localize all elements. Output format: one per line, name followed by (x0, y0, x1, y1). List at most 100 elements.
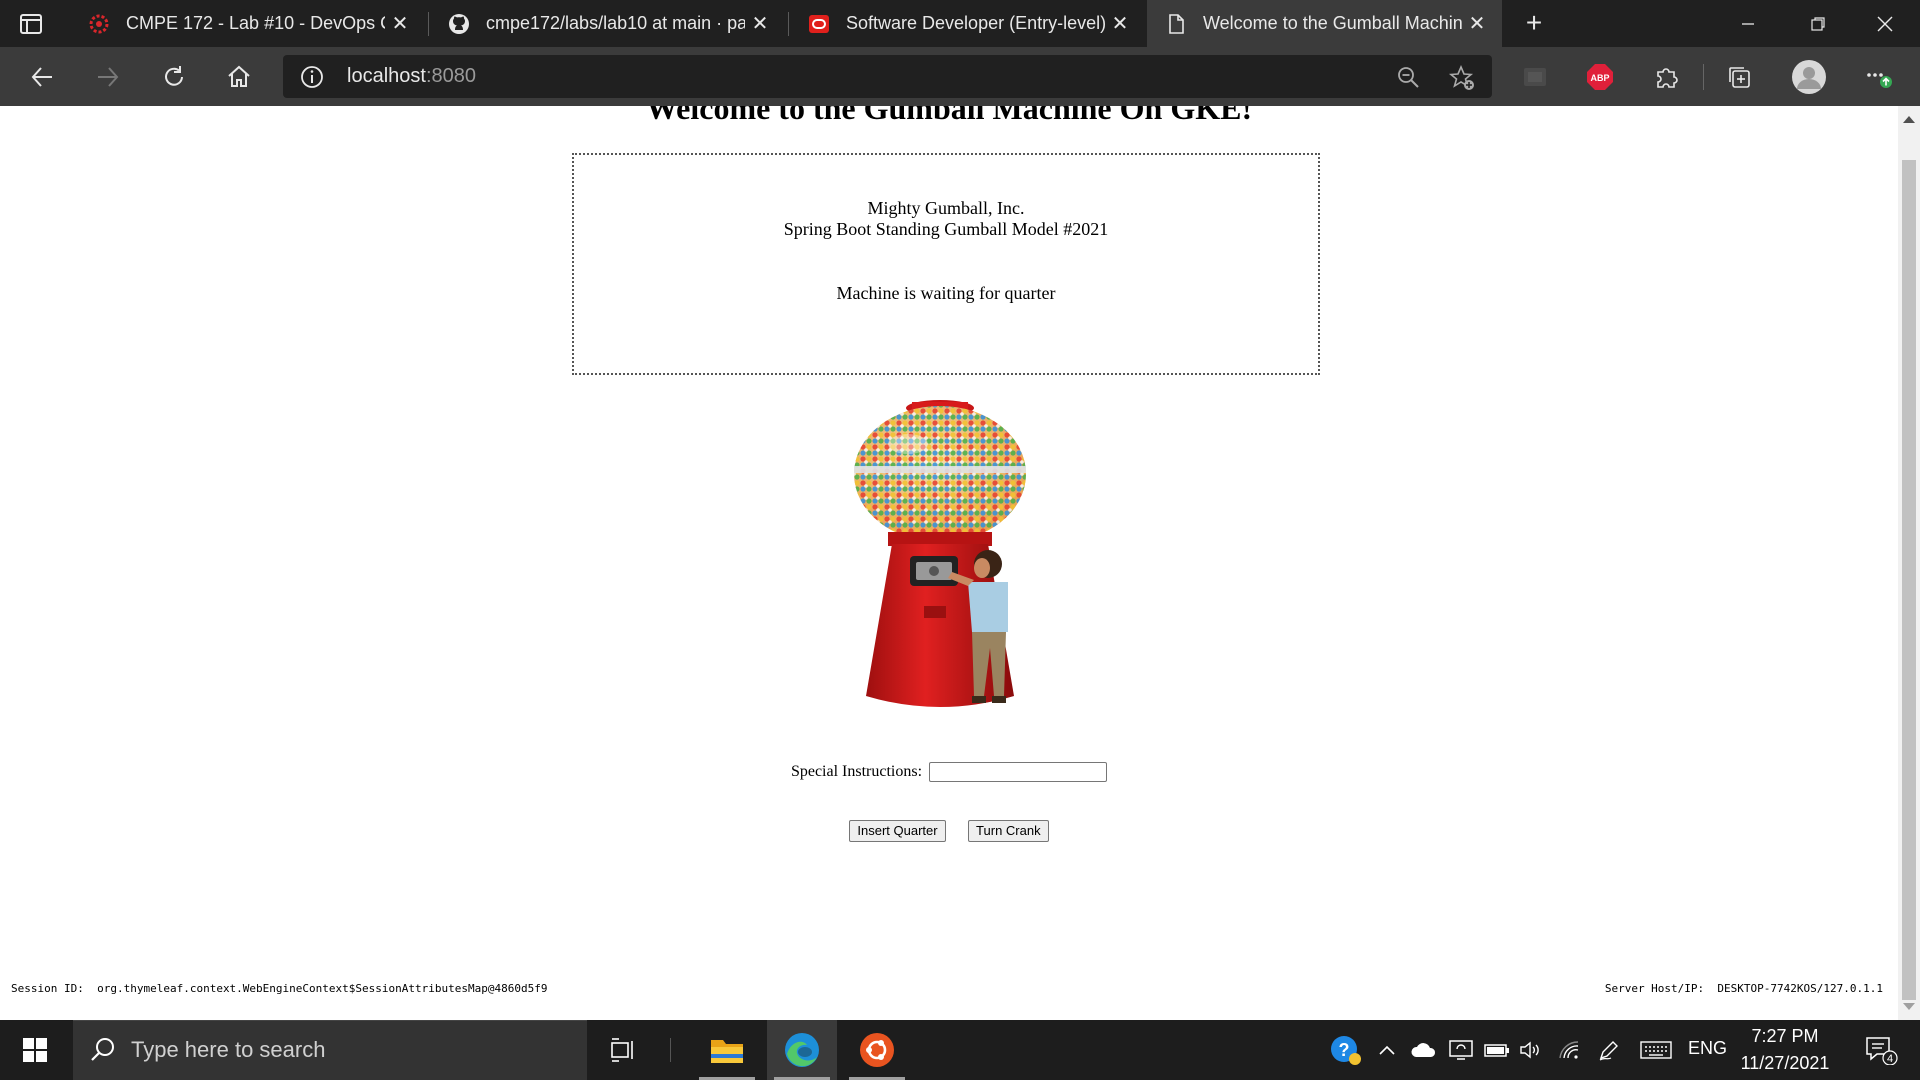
more-ellipsis-icon (1867, 73, 1892, 88)
cloud-icon (1411, 1043, 1436, 1057)
taskbar-clock[interactable]: 7:27 PM 11/27/2021 (1730, 1020, 1840, 1080)
network-tray-button[interactable] (1554, 1020, 1584, 1080)
url-text[interactable]: localhost:8080 (347, 65, 476, 88)
settings-more-button[interactable] (1861, 60, 1895, 94)
scroll-down-arrow-icon[interactable] (1903, 1003, 1915, 1010)
refresh-button[interactable] (157, 60, 191, 94)
special-instructions-input[interactable] (929, 762, 1108, 782)
clock-date: 11/27/2021 (1740, 1053, 1830, 1073)
site-info-icon[interactable] (299, 64, 325, 90)
puzzle-piece-icon (1657, 68, 1678, 88)
scrollbar-thumb[interactable] (1902, 160, 1916, 1000)
windows-taskbar: Type here to search ? ENG 7:27 PM 11/27/… (0, 1020, 1920, 1080)
minimize-button[interactable] (1713, 0, 1783, 47)
pen-tray-button[interactable] (1594, 1020, 1624, 1080)
monitor-sync-icon (1449, 1040, 1473, 1060)
tab-actions-icon[interactable] (18, 11, 44, 37)
touch-keyboard-button[interactable] (1638, 1020, 1674, 1080)
forward-arrow-icon (98, 67, 119, 87)
tab-title: cmpe172/labs/lab10 at main · pa (486, 13, 745, 33)
action-center-button[interactable]: 4 (1856, 1020, 1906, 1080)
edge-browser-button[interactable] (767, 1020, 837, 1080)
toolbar-divider (1703, 64, 1704, 90)
address-bar[interactable]: localhost:8080 (283, 55, 1492, 98)
battery-tray-button[interactable] (1482, 1020, 1512, 1080)
wifi-icon (1559, 1041, 1579, 1059)
ubuntu-icon (860, 1033, 894, 1067)
tab-title: Software Developer (Entry-level) (846, 13, 1105, 33)
help-icon: ? (1331, 1036, 1361, 1065)
instructions-row: Special Instructions: (0, 762, 1898, 782)
insert-quarter-button[interactable]: Insert Quarter (849, 820, 946, 842)
tab-github-lab10[interactable]: cmpe172/labs/lab10 at main · pa ✕ (430, 0, 785, 47)
tab-software-developer[interactable]: Software Developer (Entry-level) ✕ (790, 0, 1145, 47)
collections-button[interactable] (1722, 60, 1756, 94)
chevron-up-icon (1379, 1045, 1395, 1055)
file-explorer-button[interactable] (692, 1020, 762, 1080)
refresh-icon (165, 66, 183, 86)
extension-disabled[interactable] (1518, 60, 1552, 94)
svg-text:?: ? (1339, 1040, 1350, 1060)
volume-tray-button[interactable] (1516, 1020, 1546, 1080)
github-icon (449, 13, 469, 34)
company-name: Mighty Gumball, Inc. (867, 198, 1025, 218)
taskbar-search[interactable]: Type here to search (73, 1020, 587, 1080)
instructions-label: Special Instructions: (790, 763, 923, 780)
avatar (1792, 60, 1826, 94)
onedrive-tray-button[interactable] (1408, 1020, 1438, 1080)
keyboard-icon (1640, 1041, 1672, 1059)
close-tab-icon[interactable]: ✕ (385, 11, 415, 36)
adblock-plus-button[interactable]: ABP (1583, 60, 1617, 94)
abp-label: ABP (1590, 73, 1609, 83)
forward-button[interactable] (91, 60, 125, 94)
browser-tab-strip: CMPE 172 - Lab #10 - DevOps C ✕ cmpe172/… (0, 0, 1920, 47)
server-info: Server Host/IP: DESKTOP-7742KOS/127.0.1.… (1605, 982, 1883, 995)
ubuntu-button[interactable] (842, 1020, 912, 1080)
display-tray-button[interactable] (1446, 1020, 1476, 1080)
scroll-up-arrow-icon[interactable] (1903, 116, 1915, 123)
url-port: :8080 (425, 65, 476, 87)
session-label: Session ID: (11, 982, 84, 995)
tab-title: CMPE 172 - Lab #10 - DevOps C (126, 13, 385, 33)
input-language[interactable]: ENG (1688, 1038, 1727, 1059)
page-icon (1169, 13, 1184, 34)
edge-icon (785, 1033, 819, 1067)
session-info: Session ID: org.thymeleaf.context.WebEng… (11, 982, 547, 995)
profile-button[interactable] (1791, 59, 1827, 95)
extensions-button[interactable] (1649, 60, 1683, 94)
windows-logo-icon (23, 1038, 47, 1062)
search-placeholder: Type here to search (131, 1037, 326, 1062)
machine-model: Spring Boot Standing Gumball Model #2021 (783, 219, 1109, 239)
tab-cmpe172-lab10[interactable]: CMPE 172 - Lab #10 - DevOps C ✕ (70, 0, 425, 47)
tab-gumball-machine[interactable]: Welcome to the Gumball Machin ✕ (1147, 0, 1502, 47)
zoom-out-icon[interactable] (1395, 64, 1421, 90)
page-title: Welcome to the Gumball Machine On GKE! (645, 106, 1253, 126)
close-tab-icon[interactable]: ✕ (745, 11, 775, 36)
task-view-icon (611, 1038, 633, 1062)
cmpe-logo-icon (89, 14, 109, 33)
close-tab-icon[interactable]: ✕ (1462, 11, 1492, 36)
browser-toolbar: localhost:8080 ABP (0, 47, 1920, 106)
home-button[interactable] (222, 60, 256, 94)
tab-title: Welcome to the Gumball Machin (1203, 13, 1462, 33)
extension-placeholder-icon (1524, 68, 1546, 86)
start-button[interactable] (0, 1020, 70, 1080)
close-window-button[interactable] (1850, 0, 1920, 47)
turn-crank-button[interactable]: Turn Crank (968, 820, 1049, 842)
help-tray-button[interactable]: ? (1326, 1020, 1366, 1080)
task-view-button[interactable] (589, 1020, 659, 1080)
page-scrollbar[interactable] (1898, 106, 1920, 1020)
back-button[interactable] (25, 60, 59, 94)
server-host: DESKTOP-7742KOS/127.0.1.1 (1717, 982, 1883, 995)
url-host: localhost (347, 65, 426, 87)
search-icon (91, 1038, 114, 1061)
speaker-icon (1520, 1041, 1539, 1059)
machine-message-box: Mighty Gumball, Inc. Spring Boot Standin… (572, 153, 1320, 375)
add-favorite-icon[interactable] (1448, 64, 1476, 92)
restore-button[interactable] (1783, 0, 1853, 47)
back-arrow-icon (31, 67, 52, 87)
close-tab-icon[interactable]: ✕ (1105, 11, 1135, 36)
show-hidden-icons-button[interactable] (1374, 1020, 1400, 1080)
new-tab-icon[interactable]: + (1519, 8, 1549, 38)
page-content: Welcome to the Gumball Machine On GKE! M… (0, 106, 1898, 1020)
